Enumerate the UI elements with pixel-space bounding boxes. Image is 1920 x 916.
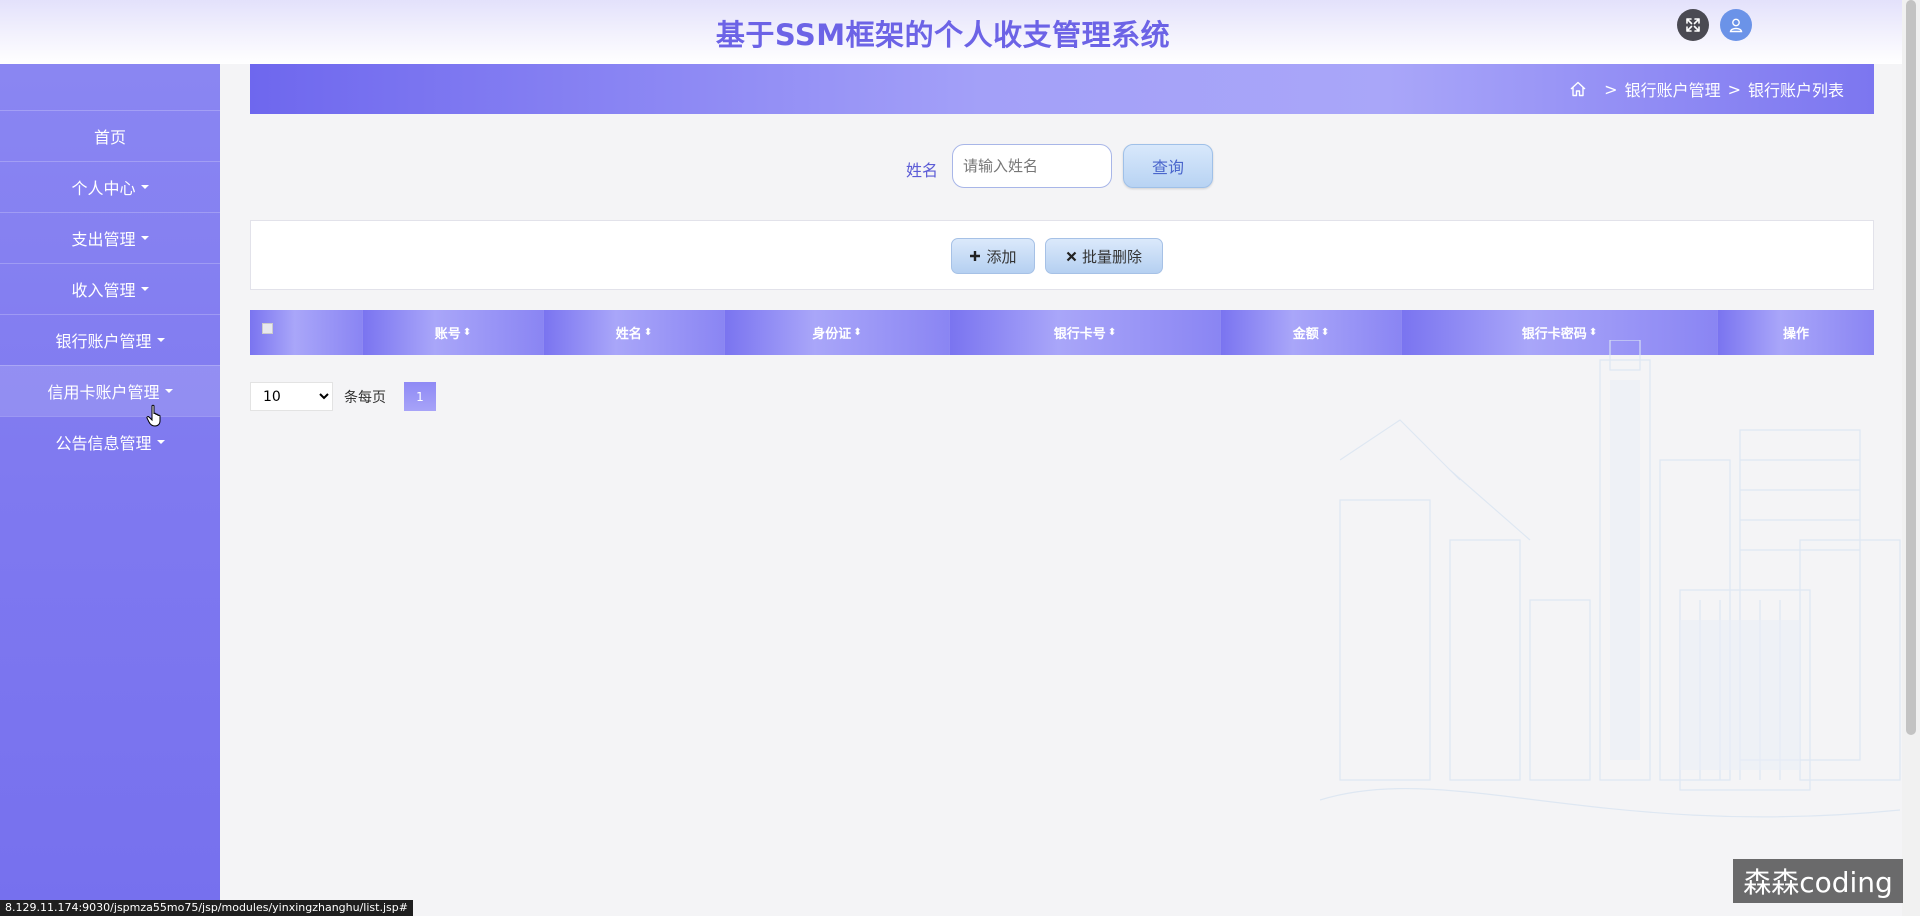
add-button[interactable]: 添加 bbox=[951, 238, 1035, 274]
per-page-label: 条每页 bbox=[344, 390, 386, 406]
sort-icon: ⬍ bbox=[643, 327, 653, 338]
breadcrumb-separator: > bbox=[1727, 79, 1741, 99]
caret-down-icon bbox=[156, 338, 165, 342]
user-icon[interactable] bbox=[1720, 9, 1752, 41]
fullscreen-icon[interactable] bbox=[1677, 9, 1709, 41]
caret-down-icon bbox=[156, 440, 165, 444]
city-background-illustration bbox=[1319, 340, 1901, 818]
sort-icon: ⬍ bbox=[853, 327, 862, 338]
app-title: 基于SSM框架的个人收支管理系统 bbox=[715, 18, 1171, 52]
select-all-header bbox=[250, 310, 363, 355]
column-label: 身份证 bbox=[812, 327, 852, 342]
sidebar-item-label: 首页 bbox=[93, 128, 126, 147]
column-header-account[interactable]: 账号 ⬍ bbox=[363, 310, 544, 355]
status-bar-url: 8.129.11.174:9030/jspmza55mo75/jsp/modul… bbox=[0, 900, 413, 916]
sidebar-menu: 首页 个人中心 支出管理 收入管理 银行账户管理 信用卡账户管理 公告信息管理 bbox=[0, 110, 220, 467]
watermark: 森森coding bbox=[1733, 859, 1903, 903]
breadcrumb-level2: 银行账户列表 bbox=[1747, 81, 1844, 100]
sidebar: 首页 个人中心 支出管理 收入管理 银行账户管理 信用卡账户管理 公告信息管理 bbox=[0, 64, 220, 916]
caret-down-icon bbox=[164, 389, 173, 393]
scrollbar-thumb[interactable] bbox=[1906, 0, 1916, 735]
select-all-checkbox[interactable] bbox=[262, 323, 273, 334]
sidebar-item-label: 银行账户管理 bbox=[55, 332, 152, 351]
sidebar-item-home[interactable]: 首页 bbox=[0, 110, 220, 161]
caret-down-icon bbox=[140, 236, 149, 240]
sort-icon: ⬍ bbox=[1107, 327, 1117, 338]
home-icon[interactable] bbox=[1569, 80, 1587, 98]
vertical-scrollbar[interactable] bbox=[1902, 0, 1920, 916]
column-label: 账号 bbox=[434, 327, 461, 342]
query-button[interactable]: 查询 bbox=[1123, 144, 1213, 188]
sidebar-item-label: 收入管理 bbox=[71, 281, 136, 300]
breadcrumb-separator: > bbox=[1604, 79, 1618, 99]
sort-icon: ⬍ bbox=[1588, 327, 1598, 338]
column-header-id-card[interactable]: 身份证 ⬍ bbox=[725, 310, 950, 355]
sidebar-item-label: 支出管理 bbox=[71, 230, 136, 249]
column-label: 姓名 bbox=[615, 327, 642, 342]
top-header: 基于SSM框架的个人收支管理系统 bbox=[0, 0, 1920, 64]
breadcrumb-level1[interactable]: 银行账户管理 bbox=[1625, 77, 1721, 101]
sidebar-item-announcement[interactable]: 公告信息管理 bbox=[0, 416, 220, 467]
hand-cursor-icon bbox=[146, 404, 161, 427]
column-label: 银行卡号 bbox=[1053, 327, 1106, 342]
sidebar-item-personal-center[interactable]: 个人中心 bbox=[0, 161, 220, 212]
sort-icon: ⬍ bbox=[462, 327, 472, 338]
column-header-name[interactable]: 姓名 ⬍ bbox=[544, 310, 725, 355]
breadcrumb: > 银行账户管理 > 银行账户列表 bbox=[250, 64, 1874, 114]
sidebar-item-label: 个人中心 bbox=[71, 179, 136, 198]
sidebar-item-label: 信用卡账户管理 bbox=[47, 383, 160, 402]
page-number-button[interactable]: 1 bbox=[404, 382, 436, 411]
column-header-card-number[interactable]: 银行卡号 ⬍ bbox=[950, 310, 1221, 355]
batch-delete-label: 批量删除 bbox=[1081, 247, 1142, 266]
batch-delete-button[interactable]: 批量删除 bbox=[1045, 238, 1163, 274]
close-icon bbox=[1066, 251, 1077, 261]
action-panel: 添加 批量删除 bbox=[250, 220, 1874, 290]
sort-icon: ⬍ bbox=[1320, 327, 1330, 338]
page-size-select[interactable]: 10 bbox=[250, 382, 333, 411]
sidebar-item-income[interactable]: 收入管理 bbox=[0, 263, 220, 314]
sidebar-item-credit-card[interactable]: 信用卡账户管理 bbox=[0, 365, 220, 416]
plus-icon bbox=[970, 251, 981, 261]
caret-down-icon bbox=[140, 287, 149, 291]
sidebar-item-label: 公告信息管理 bbox=[55, 434, 152, 453]
add-button-label: 添加 bbox=[986, 247, 1017, 266]
sidebar-item-expense[interactable]: 支出管理 bbox=[0, 212, 220, 263]
sidebar-item-bank-account[interactable]: 银行账户管理 bbox=[0, 314, 220, 365]
caret-down-icon bbox=[140, 185, 149, 189]
search-name-input[interactable] bbox=[952, 144, 1112, 188]
search-name-label: 姓名 bbox=[906, 161, 939, 180]
